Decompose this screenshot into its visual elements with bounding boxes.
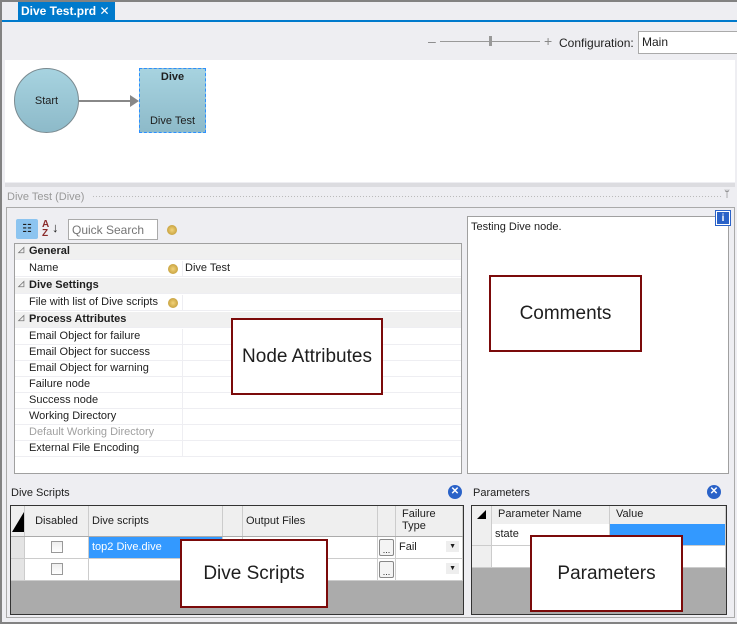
- comments-text: Testing Dive node.: [471, 221, 562, 233]
- column-header-blank: [223, 506, 243, 536]
- failure-type-select[interactable]: ▼: [396, 559, 463, 581]
- disabled-checkbox[interactable]: [51, 541, 63, 553]
- property-value[interactable]: [182, 425, 462, 441]
- quick-search-input[interactable]: [68, 219, 158, 240]
- column-header-button: [378, 506, 396, 536]
- dropdown-arrow-icon[interactable]: ▼: [446, 541, 459, 552]
- browse-button[interactable]: ...: [379, 561, 394, 578]
- property-name: Success node: [29, 394, 99, 406]
- browse-button[interactable]: ...: [379, 539, 394, 556]
- row-header[interactable]: [472, 524, 492, 546]
- reference-coin-icon[interactable]: [167, 225, 177, 235]
- property-value[interactable]: Dive Test: [182, 261, 462, 277]
- category-label: Process Attributes: [29, 313, 127, 325]
- property-value[interactable]: [182, 441, 462, 457]
- property-row[interactable]: File with list of Dive scripts: [15, 295, 461, 311]
- property-name: Email Object for warning: [29, 362, 149, 374]
- column-header-output-files[interactable]: Output Files: [243, 506, 378, 536]
- dive-scripts-title: Dive Scripts: [11, 487, 70, 499]
- reference-coin-icon[interactable]: [168, 298, 178, 308]
- property-row[interactable]: Default Working Directory: [15, 425, 461, 441]
- property-name: External File Encoding: [29, 442, 140, 454]
- property-value[interactable]: [182, 393, 462, 409]
- row-header[interactable]: [472, 546, 492, 568]
- disabled-checkbox[interactable]: [51, 563, 63, 575]
- tab-underline: [2, 20, 737, 22]
- start-node[interactable]: Start: [14, 68, 79, 133]
- property-name: Failure node: [29, 378, 91, 390]
- column-header-dive-scripts[interactable]: Dive scripts: [89, 506, 223, 536]
- property-name: Name: [29, 262, 59, 274]
- pin-icon[interactable]: ᛘ: [724, 189, 730, 200]
- property-row[interactable]: Success node: [15, 393, 461, 409]
- property-value[interactable]: [182, 295, 462, 311]
- row-header[interactable]: [11, 559, 25, 581]
- start-node-label: Start: [34, 94, 59, 107]
- disabled-cell: [25, 559, 89, 581]
- property-name: Email Object for failure: [29, 330, 141, 342]
- failure-type-select[interactable]: Fail ▼: [396, 537, 463, 559]
- dive-node-type: Dive: [160, 71, 185, 83]
- sort-arrow-icon[interactable]: ↓: [52, 220, 59, 235]
- select-all-corner[interactable]: [472, 506, 492, 524]
- property-name: File with list of Dive scripts: [29, 296, 158, 308]
- configuration-select[interactable]: Main: [638, 31, 737, 54]
- property-value[interactable]: [182, 409, 462, 425]
- category-label: Dive Settings: [29, 279, 99, 291]
- disabled-cell: [25, 537, 89, 559]
- property-row[interactable]: Working Directory: [15, 409, 461, 425]
- dropdown-arrow-icon[interactable]: ▼: [446, 563, 459, 574]
- annotation-node-attributes: Node Attributes: [231, 318, 383, 395]
- panel-grip: [92, 195, 722, 199]
- arrow-head-icon: [130, 95, 139, 107]
- collapse-icon[interactable]: ◿: [18, 279, 24, 288]
- annotation-dive-scripts: Dive Scripts: [180, 539, 328, 608]
- zoom-slider-thumb[interactable]: [489, 36, 492, 46]
- browse-cell: ...: [378, 537, 396, 559]
- collapse-icon[interactable]: ◿: [18, 245, 24, 254]
- column-header-parameter-name[interactable]: Parameter Name: [492, 506, 610, 524]
- close-icon[interactable]: ✕: [99, 4, 109, 18]
- annotation-comments: Comments: [489, 275, 642, 352]
- property-row[interactable]: Name Dive Test: [15, 261, 461, 277]
- dive-node-name: Dive Test: [149, 115, 196, 127]
- property-row[interactable]: External File Encoding: [15, 441, 461, 457]
- process-canvas[interactable]: [5, 60, 735, 182]
- remove-icon[interactable]: ✕: [448, 485, 462, 499]
- property-name: Working Directory: [29, 410, 117, 422]
- tab-title: Dive Test.prd: [21, 4, 97, 18]
- configuration-label: Configuration:: [559, 36, 634, 50]
- remove-icon[interactable]: ✕: [707, 485, 721, 499]
- property-name: Email Object for success: [29, 346, 151, 358]
- column-header-disabled[interactable]: Disabled: [25, 506, 89, 536]
- dive-node[interactable]: Dive Dive Test: [139, 68, 206, 133]
- reference-coin-icon[interactable]: [168, 264, 178, 274]
- column-header-failure-type[interactable]: Failure Type: [396, 506, 463, 536]
- select-all-corner[interactable]: [11, 506, 25, 536]
- category-label: General: [29, 245, 70, 257]
- failure-type-value: Fail: [399, 541, 417, 553]
- category-general[interactable]: ◿ General: [15, 244, 461, 260]
- property-name: Default Working Directory: [29, 426, 155, 438]
- annotation-parameters: Parameters: [530, 535, 683, 612]
- collapse-icon[interactable]: ◿: [18, 313, 24, 322]
- category-dive-settings[interactable]: ◿ Dive Settings: [15, 278, 461, 294]
- splitter[interactable]: [5, 183, 735, 187]
- browse-cell: ...: [378, 559, 396, 581]
- parameters-title: Parameters: [473, 487, 530, 499]
- column-header-value[interactable]: Value: [610, 506, 726, 524]
- connector-arrow: [79, 100, 132, 102]
- row-header[interactable]: [11, 537, 25, 559]
- info-icon[interactable]: i: [715, 210, 731, 226]
- panel-title: Dive Test (Dive): [7, 191, 85, 203]
- document-tab[interactable]: Dive Test.prd ✕: [18, 2, 115, 21]
- categorized-view-icon[interactable]: ☷: [16, 219, 38, 239]
- zoom-out-button[interactable]: –: [428, 33, 436, 49]
- sort-alphabetical-icon[interactable]: AZ: [42, 220, 49, 239]
- zoom-in-button[interactable]: +: [544, 33, 552, 49]
